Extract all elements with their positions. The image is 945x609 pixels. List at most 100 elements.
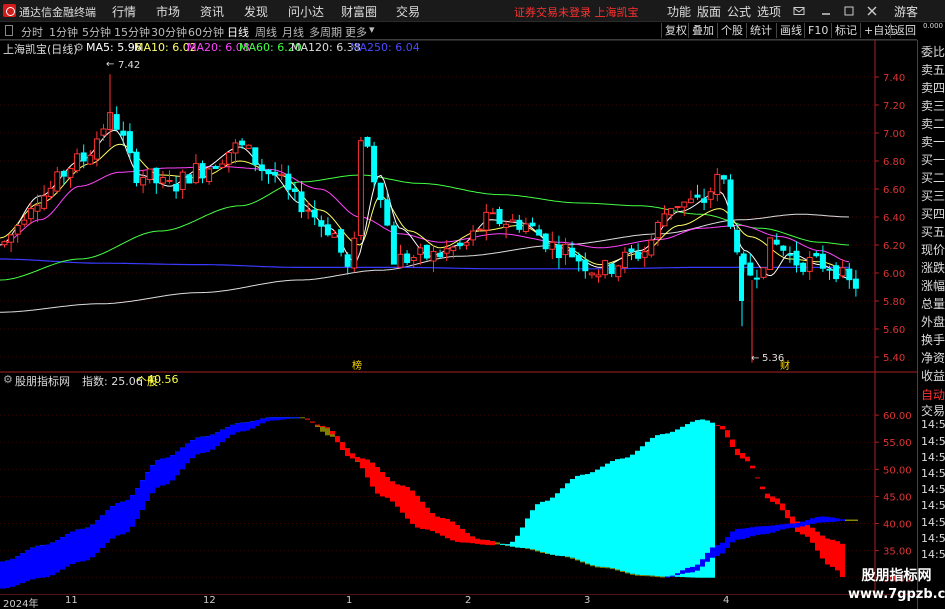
indicator-blue-band <box>290 417 295 419</box>
indicator-blue-band <box>275 417 280 421</box>
candle-body <box>206 168 213 182</box>
indicator-red-band-2 <box>715 424 720 426</box>
indicator-blue-band <box>65 534 70 567</box>
candle-body <box>404 253 411 264</box>
indicator-cyan-band-2 <box>575 475 580 560</box>
indicator-cyan-band-2 <box>510 541 515 547</box>
indicator-cyan-band-2 <box>595 469 600 567</box>
price-tick-label: 6.00 <box>883 269 905 280</box>
indicator-cyan-band-2 <box>550 497 555 555</box>
indicator-red-band <box>490 541 495 546</box>
indicator-cyan-band-2 <box>540 501 545 552</box>
candle-body <box>47 187 54 197</box>
indicator-blue-band-2 <box>835 518 840 522</box>
indicator-red-band <box>410 490 415 524</box>
settings-gear-icon[interactable]: ⚙ <box>74 41 84 54</box>
indicator-title[interactable]: 股朋指标网 <box>15 373 70 389</box>
candle-body <box>67 167 74 178</box>
indicator-blue-band <box>150 465 155 494</box>
candle-body <box>186 174 193 184</box>
candle-body <box>813 253 820 257</box>
candle-body <box>219 163 226 168</box>
indicator-blue-band <box>10 558 15 587</box>
indicator-cyan-band-2 <box>620 458 625 571</box>
side-tag: 0.000 <box>917 22 945 40</box>
candle-body <box>846 268 853 281</box>
candle-body <box>555 244 562 259</box>
stock-name[interactable]: 上海凯宝(日线) <box>3 41 78 57</box>
candle-body <box>826 268 833 271</box>
indicator-blue-band-2 <box>800 521 805 527</box>
date-label-apr: 4 <box>723 595 730 606</box>
indicator-red-band <box>470 536 475 544</box>
candle-body <box>14 225 21 235</box>
indicator-red-band-2 <box>775 498 780 505</box>
indicator-red-band-2 <box>770 496 775 502</box>
indicator-blue-band <box>270 417 275 421</box>
indicator-red-band-2 <box>835 541 840 571</box>
indicator-cyan-band-2 <box>520 527 525 548</box>
price-tick-label: 6.80 <box>883 157 905 168</box>
candle-body <box>265 169 272 175</box>
candle-body <box>245 144 252 149</box>
quote-label-12: 涨跌 <box>921 261 945 275</box>
watermark-title: 股朋指标网 <box>861 568 932 584</box>
indicator-blue-band <box>120 501 125 535</box>
candle-body <box>272 171 279 176</box>
indicator-blue-band <box>200 436 205 454</box>
candle-body <box>100 128 107 136</box>
indicator-blue-band-2 <box>695 564 700 571</box>
indicator-cyan-band-2 <box>700 419 705 578</box>
candle-body <box>668 208 675 216</box>
quote-lower-1[interactable]: 交易 <box>921 402 945 419</box>
indicator-cyan-band-2 <box>685 424 690 578</box>
indicator-blue-band <box>235 423 240 433</box>
indicator-blue-band-2 <box>830 517 835 522</box>
indicator-red-band <box>475 538 480 544</box>
indicator-red-band <box>305 418 310 420</box>
indicator-blue-band-2 <box>820 516 825 523</box>
candle-body <box>54 171 61 192</box>
indicator-gear-icon[interactable]: ⚙ <box>3 373 13 386</box>
candle-body <box>153 167 160 184</box>
indicator-cyan-band-2 <box>630 454 635 574</box>
event-tag-2: 财 <box>780 359 790 372</box>
candle-body <box>291 188 298 192</box>
indicator-cyan-band-2 <box>505 544 510 546</box>
indicator-blue-band <box>155 460 160 488</box>
indicator-red-band <box>415 495 420 528</box>
indicator-olive-band <box>535 550 540 552</box>
indicator-red-band <box>325 427 330 429</box>
indicator-cyan-band-2 <box>585 474 590 564</box>
indicator-blue-band <box>260 418 265 424</box>
candle-body <box>595 274 602 278</box>
candle-body <box>34 204 41 212</box>
indicator-red-band <box>360 458 365 469</box>
candle-body <box>549 241 556 250</box>
indicator-tick-label: 45.00 <box>883 492 912 503</box>
candle-body <box>582 259 589 272</box>
indicator-blue-band-2 <box>720 542 725 554</box>
indicator-blue-band <box>160 458 165 486</box>
quote-lower-0[interactable]: 自动 <box>921 386 945 403</box>
indicator-red-band-2 <box>805 524 810 537</box>
candle-body <box>780 245 787 251</box>
indicator-olive-band <box>570 557 575 559</box>
candle-body <box>173 183 180 192</box>
candle-body <box>41 195 48 209</box>
quote-label-8: 买三 <box>921 189 945 203</box>
indicator-red-band <box>335 436 340 443</box>
indicator-blue-band <box>255 419 260 426</box>
candle-body <box>1 241 8 246</box>
indicator-blue-band <box>140 480 145 510</box>
candle-body <box>437 252 444 258</box>
candle-body <box>648 239 655 256</box>
candle-body <box>793 250 800 266</box>
candle-body <box>417 247 424 255</box>
indicator-blue-band <box>110 506 115 539</box>
chart-area[interactable]: 7.40 7.20 7.00 6.80 6.60 6.40 6.20 6.00 5.80 5.60… <box>0 0 917 595</box>
candle-body <box>819 253 826 269</box>
candle-body <box>509 219 516 223</box>
indicator-blue-band-2 <box>690 566 695 573</box>
candle-body <box>470 230 477 241</box>
